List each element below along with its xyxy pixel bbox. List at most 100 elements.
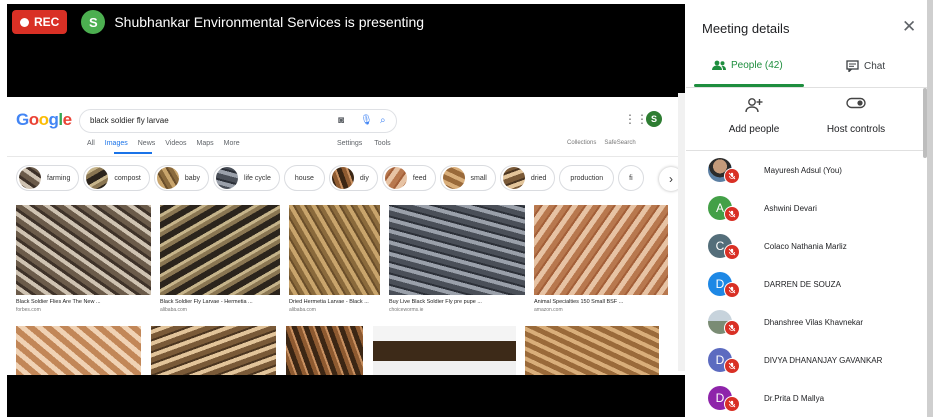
participant-name: Colaco Nathania Marliz bbox=[764, 241, 847, 251]
search-right-links: Collections SafeSearch bbox=[567, 140, 636, 146]
related-search-chips: farming compost baby life cycle house di… bbox=[16, 165, 676, 195]
result-image bbox=[16, 205, 151, 295]
avatar: C bbox=[708, 234, 740, 260]
chip-thumbnail bbox=[19, 167, 41, 189]
chip-label: small bbox=[470, 174, 487, 182]
add-people-label: Add people bbox=[728, 124, 780, 135]
result-image bbox=[373, 326, 516, 375]
chip-label: compost bbox=[114, 174, 141, 182]
result-image bbox=[151, 326, 276, 375]
tab-all: All bbox=[87, 140, 95, 147]
tab-more: More bbox=[223, 140, 240, 147]
participant-name: DARREN DE SOUZA bbox=[764, 279, 841, 289]
mic-muted-icon bbox=[724, 396, 740, 412]
tabs-divider bbox=[686, 87, 933, 88]
mic-muted-icon bbox=[724, 282, 740, 298]
chip: diy bbox=[328, 165, 378, 191]
mic-muted-icon bbox=[724, 320, 740, 336]
google-account-avatar: S bbox=[646, 111, 662, 127]
result-image bbox=[289, 205, 380, 295]
tab-people[interactable]: People (42) bbox=[712, 60, 783, 71]
chip: life cycle bbox=[213, 165, 280, 191]
participant-name: DIVYA DHANANJAY GAVANKAR bbox=[764, 355, 883, 365]
participant-row[interactable]: Dhanshree Vilas Khavnekar bbox=[686, 303, 926, 341]
participant-row[interactable]: C Colaco Nathania Marliz bbox=[686, 227, 926, 265]
result-image bbox=[286, 326, 363, 375]
tab-images: Images bbox=[104, 140, 128, 147]
chip-thumbnail bbox=[156, 167, 179, 189]
add-people-button[interactable]: Add people bbox=[704, 97, 804, 135]
participant-name: Dhanshree Vilas Khavnekar bbox=[764, 317, 864, 327]
shared-screen: Google black soldier fly larvae ◙ 🎙 ⌕ ⋮⋮… bbox=[7, 97, 685, 375]
chip-label: dried bbox=[530, 174, 547, 182]
chip-thumbnail bbox=[502, 167, 525, 189]
avatar: A bbox=[708, 196, 740, 222]
avatar bbox=[708, 158, 740, 184]
result-image bbox=[389, 205, 525, 295]
close-icon[interactable]: ✕ bbox=[902, 17, 916, 37]
image-result: Dried Hermetia Larvae - Black ... alibab… bbox=[289, 205, 380, 313]
participant-row[interactable]: D DARREN DE SOUZA bbox=[686, 265, 926, 303]
participant-row[interactable]: D DIVYA DHANANJAY GAVANKAR bbox=[686, 341, 926, 379]
result-source: alibaba.com bbox=[160, 307, 187, 313]
avatar: D bbox=[708, 386, 740, 412]
chip: dried bbox=[499, 165, 556, 191]
result-caption: Black Soldier Fly Larvae - Hermetia ... bbox=[160, 299, 253, 305]
chip-thumbnail bbox=[86, 167, 109, 189]
people-icon bbox=[712, 60, 726, 70]
result-caption: Buy Live Black Soldier Fly pre pupe ... bbox=[389, 299, 482, 305]
tab-news: News bbox=[137, 140, 156, 147]
active-tab-indicator bbox=[114, 152, 152, 154]
panel-title: Meeting details bbox=[702, 21, 790, 36]
result-caption: Black Soldier Flies Are The New ... bbox=[16, 299, 101, 305]
recording-label: REC bbox=[34, 15, 60, 29]
tab-videos: Videos bbox=[165, 140, 187, 147]
tab-chat[interactable]: Chat bbox=[846, 60, 885, 72]
presenting-text: Shubhankar Environmental Services is pre… bbox=[114, 14, 425, 30]
google-header: Google black soldier fly larvae ◙ 🎙 ⌕ ⋮⋮… bbox=[7, 97, 685, 157]
chip-thumbnail bbox=[331, 167, 354, 189]
settings-link: Settings bbox=[337, 140, 363, 147]
chip-thumbnail bbox=[216, 167, 238, 189]
chat-icon bbox=[846, 60, 859, 72]
chip: fi bbox=[618, 165, 644, 191]
avatar: D bbox=[708, 272, 740, 298]
mic-muted-icon bbox=[724, 244, 740, 260]
tab-people-label: People (42) bbox=[731, 60, 783, 71]
avatar bbox=[708, 310, 740, 336]
camera-icon: ◙ bbox=[338, 115, 345, 126]
chip: house bbox=[283, 165, 325, 191]
chip-label: feed bbox=[412, 174, 427, 182]
chip-thumbnail bbox=[442, 167, 465, 189]
result-caption: Dried Hermetia Larvae - Black ... bbox=[289, 299, 369, 305]
chip-label: house bbox=[294, 174, 314, 182]
image-result: Black Soldier Fly Larvae - Hermetia ... … bbox=[160, 205, 280, 313]
image-result: Animal Specialties 150 Small BSF ... ama… bbox=[534, 205, 668, 313]
chip-label: life cycle bbox=[244, 174, 271, 182]
window-edge bbox=[927, 0, 933, 417]
tools-link: Tools bbox=[374, 140, 391, 147]
chip: small bbox=[439, 165, 496, 191]
image-result: Black Soldier Flies Are The New ... forb… bbox=[16, 205, 151, 313]
record-dot-icon bbox=[20, 17, 29, 27]
participant-row[interactable]: Mayuresh Adsul (You) bbox=[686, 151, 926, 189]
avatar: D bbox=[708, 348, 740, 374]
search-box[interactable]: black soldier fly larvae ◙ 🎙 ⌕ bbox=[79, 109, 397, 133]
participant-row[interactable]: D Dr.Prita D Mallya bbox=[686, 379, 926, 417]
presenter-avatar: S bbox=[81, 10, 106, 34]
meet-window: REC S Shubhankar Environmental Services … bbox=[0, 0, 933, 417]
google-logo: Google bbox=[16, 110, 72, 129]
chip: compost bbox=[83, 165, 150, 191]
search-tools: Settings Tools bbox=[337, 140, 391, 147]
result-source: amazon.com bbox=[534, 307, 563, 313]
meeting-details-panel: Meeting details ✕ People (42) Chat Add p… bbox=[686, 0, 933, 417]
chip: farming bbox=[16, 165, 80, 191]
host-controls-button[interactable]: Host controls bbox=[806, 97, 906, 135]
chip-label: baby bbox=[184, 174, 200, 182]
search-tabs: All Images News Videos Maps More bbox=[87, 140, 240, 154]
participant-row[interactable]: A Ashwini Devari bbox=[686, 189, 926, 227]
participant-name: Mayuresh Adsul (You) bbox=[764, 165, 842, 175]
chip: production bbox=[559, 165, 615, 191]
mic-icon: 🎙 bbox=[360, 115, 373, 126]
result-caption: Animal Specialties 150 Small BSF ... bbox=[534, 299, 624, 305]
